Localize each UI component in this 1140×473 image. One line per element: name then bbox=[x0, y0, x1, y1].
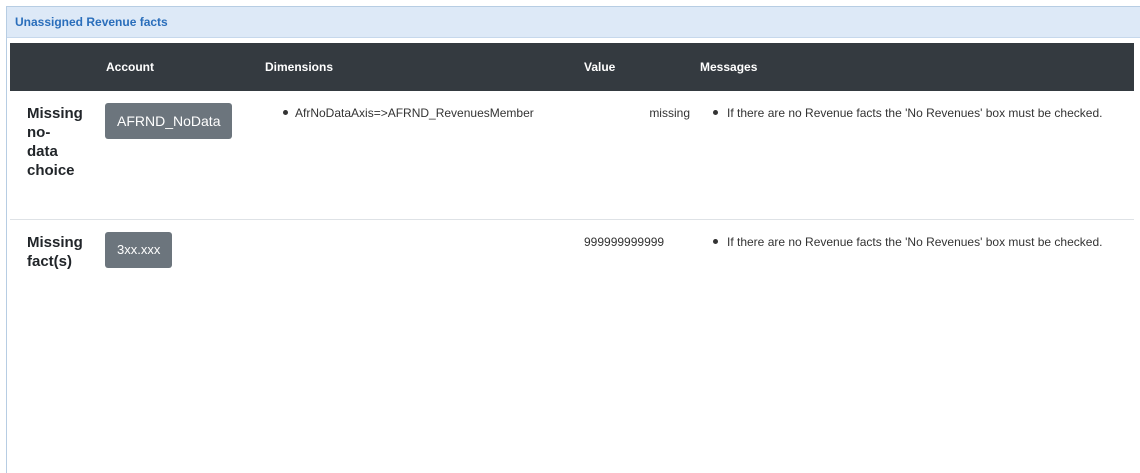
column-header-messages: Messages bbox=[700, 43, 1134, 91]
account-cell: 3xx.xxx bbox=[105, 220, 265, 434]
row-label: Missing no- data choice bbox=[10, 91, 105, 220]
dimension-item: AfrNoDataAxis=>AFRND_RevenuesMember bbox=[265, 104, 584, 122]
messages-cell: If there are no Revenue facts the 'No Re… bbox=[700, 91, 1134, 220]
panel-title: Unassigned Revenue facts bbox=[7, 7, 1140, 38]
row-label-line: choice bbox=[27, 162, 75, 179]
dimensions-list: AfrNoDataAxis=>AFRND_RevenuesMember bbox=[265, 104, 584, 122]
account-cell: AFRND_NoData bbox=[105, 91, 265, 220]
column-header-account: Account bbox=[105, 43, 265, 91]
column-header-account-label: Account bbox=[106, 60, 154, 74]
dimensions-cell bbox=[265, 220, 584, 434]
messages-cell: If there are no Revenue facts the 'No Re… bbox=[700, 220, 1134, 434]
messages-list: If there are no Revenue facts the 'No Re… bbox=[700, 104, 1116, 122]
table-row: Missing fact(s) 3xx.xxx 999999999999 If … bbox=[10, 220, 1134, 434]
facts-table: Account Dimensions Value Messages Missin… bbox=[10, 43, 1134, 433]
row-label-line: Missing bbox=[27, 105, 83, 122]
column-header-value: Value bbox=[584, 43, 700, 91]
row-label-line: data bbox=[27, 143, 58, 160]
dimensions-cell: AfrNoDataAxis=>AFRND_RevenuesMember bbox=[265, 91, 584, 220]
column-header-dimensions: Dimensions bbox=[265, 43, 584, 91]
message-item: If there are no Revenue facts the 'No Re… bbox=[700, 233, 1116, 251]
row-label-line: fact(s) bbox=[27, 253, 73, 270]
messages-list: If there are no Revenue facts the 'No Re… bbox=[700, 233, 1116, 251]
row-label-line: Missing bbox=[27, 234, 83, 251]
value-cell: missing bbox=[584, 91, 700, 220]
table-row: Missing no- data choice AFRND_NoData Afr… bbox=[10, 91, 1134, 220]
column-header-rowlabel bbox=[10, 43, 105, 91]
row-label-line: no- bbox=[27, 124, 51, 141]
value-cell: 999999999999 bbox=[584, 235, 665, 249]
message-item: If there are no Revenue facts the 'No Re… bbox=[700, 104, 1116, 122]
row-label: Missing fact(s) bbox=[10, 220, 105, 434]
table-header-row: Account Dimensions Value Messages bbox=[10, 43, 1134, 91]
account-button-3xx[interactable]: 3xx.xxx bbox=[105, 232, 173, 268]
account-button-afrnd-nodata[interactable]: AFRND_NoData bbox=[105, 103, 233, 139]
